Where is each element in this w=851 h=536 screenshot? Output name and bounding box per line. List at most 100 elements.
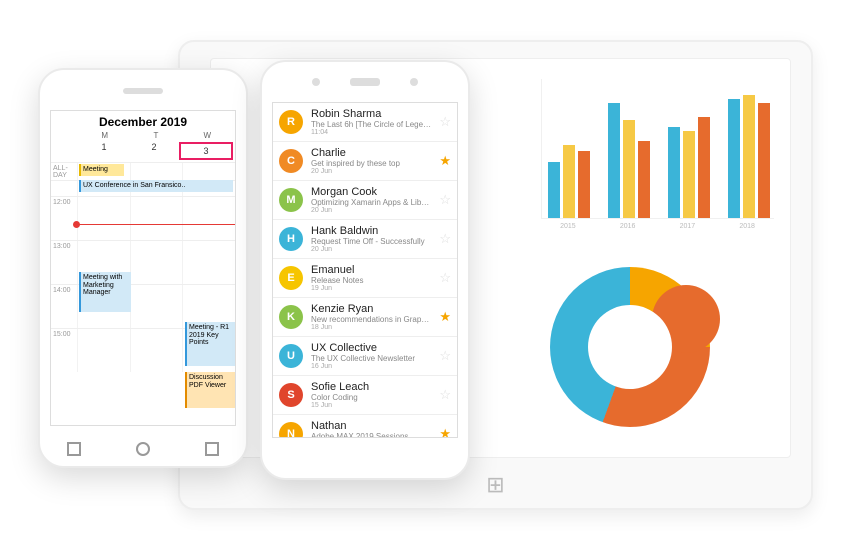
phone-calendar: December 2019 M T W 1 2 3 ALL-DAY 12:00 … (38, 68, 248, 468)
message-subject: Get inspired by these top (311, 159, 431, 168)
bar (563, 145, 575, 218)
message-name: Charlie (311, 147, 431, 159)
message-row[interactable]: CCharlieGet inspired by these top20 Jun★ (273, 142, 457, 181)
bar (698, 117, 710, 218)
calendar-date-row: 1 2 3 (51, 140, 235, 162)
message-row[interactable]: M Morgan CookOptimizing Xamarin Apps & Li… (273, 181, 457, 220)
message-subject: Request Time Off - Successfully (311, 237, 431, 246)
event-allday[interactable]: Meeting (79, 164, 124, 176)
bar-group (728, 95, 770, 218)
message-row[interactable]: K Kenzie RyanNew recommendations in Graph… (273, 298, 457, 337)
current-time-indicator (77, 224, 235, 225)
bar (548, 162, 560, 218)
message-subject: The Last 6h [The Circle of Legends] (311, 120, 431, 129)
weekday: T (130, 131, 181, 140)
calendar-screen: December 2019 M T W 1 2 3 ALL-DAY 12:00 … (50, 110, 236, 426)
message-subject: Optimizing Xamarin Apps & Libraries (311, 198, 431, 207)
date-cell[interactable]: 1 (79, 142, 129, 160)
avatar: N (279, 422, 303, 438)
recent-icon[interactable] (205, 442, 219, 456)
event-r1[interactable]: Meeting - R1 2019 Key Points (185, 322, 236, 366)
message-subject: New recommendations in Graphic (311, 315, 431, 324)
message-row[interactable]: E EmanuelRelease Notes19 Jun ☆ (273, 259, 457, 298)
bar (608, 103, 620, 218)
back-icon[interactable] (67, 442, 81, 456)
date-cell-selected[interactable]: 3 (179, 142, 233, 160)
message-row[interactable]: NNathanAdobe MAX 2019 Sessions11 Nov★ (273, 415, 457, 438)
x-tick: 2018 (726, 223, 768, 230)
message-row[interactable]: H Hank BaldwinRequest Time Off - Successf… (273, 220, 457, 259)
avatar: E (279, 266, 303, 290)
star-icon[interactable]: ☆ (439, 114, 451, 130)
x-tick: 2017 (667, 223, 709, 230)
bar (578, 151, 590, 218)
hour-label: 13:00 (51, 241, 77, 284)
message-subject: Adobe MAX 2019 Sessions (311, 432, 431, 438)
bar (728, 99, 740, 218)
weekday: W (182, 131, 233, 140)
bar (638, 141, 650, 218)
message-name: Robin Sharma (311, 108, 431, 120)
hour-label: 15:00 (51, 329, 77, 372)
calendar-grid[interactable]: ALL-DAY 12:00 13:00 14:00 15:00 Meeting … (51, 162, 235, 422)
bar (758, 103, 770, 218)
event-ux-conference[interactable]: UX Conference in San Fransico.. (79, 180, 233, 192)
star-icon[interactable]: ☆ (439, 270, 451, 286)
message-name: Sofie Leach (311, 381, 431, 393)
bar (623, 120, 635, 218)
star-icon[interactable]: ☆ (439, 348, 451, 364)
avatar: H (279, 227, 303, 251)
bar-group (608, 103, 650, 218)
message-row[interactable]: R Robin SharmaThe Last 6h [The Circle of … (273, 103, 457, 142)
message-date: 20 Jun (311, 207, 431, 214)
bar (743, 95, 755, 218)
star-icon[interactable]: ★ (439, 309, 451, 325)
weekday: M (79, 131, 130, 140)
message-name: Kenzie Ryan (311, 303, 431, 315)
hour-label: 12:00 (51, 197, 77, 240)
bar-chart: 2015201620172018 (541, 79, 774, 249)
message-row[interactable]: U UX CollectiveThe UX Collective Newslett… (273, 337, 457, 376)
avatar: M (279, 188, 303, 212)
star-icon[interactable]: ☆ (439, 192, 451, 208)
message-date: 19 Jun (311, 285, 431, 292)
avatar: S (279, 383, 303, 407)
avatar: U (279, 344, 303, 368)
calendar-title: December 2019 (51, 111, 235, 131)
event-marketing[interactable]: Meeting with Marketing Manager (79, 272, 131, 312)
message-subject: Color Coding (311, 393, 431, 402)
hour-label: 14:00 (51, 285, 77, 328)
bar-group (668, 117, 710, 218)
date-cell[interactable]: 2 (129, 142, 179, 160)
message-date: 18 Jun (311, 324, 431, 331)
bar (683, 131, 695, 218)
message-row[interactable]: S Sofie LeachColor Coding15 Jun ☆ (273, 376, 457, 415)
star-icon[interactable]: ★ (439, 153, 451, 169)
message-date: 20 Jun (311, 168, 431, 175)
star-icon[interactable]: ★ (439, 426, 451, 438)
message-date: 15 Jun (311, 402, 431, 409)
message-name: UX Collective (311, 342, 431, 354)
android-navbar (40, 442, 246, 456)
event-pdf[interactable]: Discussion PDF Viewer (185, 372, 236, 408)
message-name: Emanuel (311, 264, 431, 276)
donut-chart (550, 267, 710, 427)
message-date: 16 Jun (311, 363, 431, 370)
message-name: Morgan Cook (311, 186, 431, 198)
x-tick: 2015 (547, 223, 589, 230)
windows-icon[interactable]: ⊞ (481, 470, 511, 500)
home-icon[interactable] (136, 442, 150, 456)
message-subject: The UX Collective Newsletter (311, 354, 431, 363)
message-name: Hank Baldwin (311, 225, 431, 237)
message-date: 20 Jun (311, 246, 431, 253)
messages-screen[interactable]: R Robin SharmaThe Last 6h [The Circle of … (272, 102, 458, 438)
message-date: 11:04 (311, 129, 431, 136)
calendar-weekday-row: M T W (51, 131, 235, 140)
message-name: Nathan (311, 420, 431, 432)
star-icon[interactable]: ☆ (439, 387, 451, 403)
message-subject: Release Notes (311, 276, 431, 285)
star-icon[interactable]: ☆ (439, 231, 451, 247)
phone-messages: R Robin SharmaThe Last 6h [The Circle of … (260, 60, 470, 480)
avatar: R (279, 110, 303, 134)
avatar: K (279, 305, 303, 329)
